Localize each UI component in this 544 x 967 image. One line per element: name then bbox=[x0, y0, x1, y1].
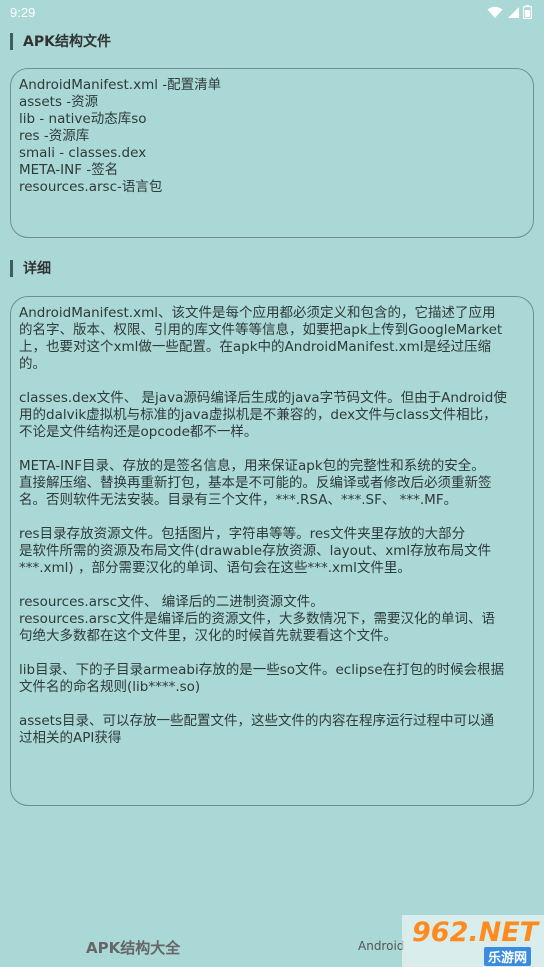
battery-icon bbox=[523, 5, 532, 19]
structure-line: res -资源库 bbox=[19, 128, 90, 144]
detail-line: res目录存放资源文件。包括图片，字符串等等。res文件夹里存放的大部分 bbox=[19, 526, 466, 542]
detail-line: ***.xml) ，部分需要汉化的单词、语句会在这些***.xml文件里。 bbox=[19, 560, 411, 576]
detail-line: resources.arsc文件、 编译后的二进制资源文件。 bbox=[19, 594, 324, 610]
structure-line: resources.arsc-语言包 bbox=[19, 179, 163, 195]
detail-paragraph: res目录存放资源文件。包括图片，字符串等等。res文件夹里存放的大部分 是软件所… bbox=[19, 526, 525, 577]
detail-line: 名。否则软件无法安装。目录有三个文件，***.RSA、***.SF、 ***.M… bbox=[19, 492, 458, 508]
wifi-icon bbox=[487, 6, 503, 18]
status-bar: 9:29 bbox=[0, 0, 544, 24]
detail-line: AndroidManifest.xml、该文件是每个应用都必须定义和包含的，它描… bbox=[19, 305, 496, 321]
detail-line: lib目录、下的子目录armeabi存放的是一些so文件。eclipse在打包的… bbox=[19, 662, 505, 678]
detail-section-header: 详细 bbox=[10, 258, 51, 278]
structure-line: assets -资源 bbox=[19, 94, 99, 110]
detail-paragraph: assets目录、可以存放一些配置文件，这些文件的内容在程序运行过程中可以通 过相… bbox=[19, 713, 525, 747]
detail-line: assets目录、可以存放一些配置文件，这些文件的内容在程序运行过程中可以通 bbox=[19, 713, 494, 729]
watermark-logo: 962.NET 乐游网 bbox=[402, 915, 544, 967]
detail-line: 的。 bbox=[19, 356, 46, 372]
detail-line: 直接解压缩、替换再重新打包，基本是不可能的。反编译或者修改后必须重新签 bbox=[19, 475, 492, 491]
watermark-text: 962.NET bbox=[412, 917, 539, 948]
detail-line: 上，也要对这个xml做一些配置。在apk中的AndroidManifest.xm… bbox=[19, 339, 492, 355]
detail-line: 句绝大多数都在这个文件里，汉化的时候首先就要看这个文件。 bbox=[19, 628, 397, 644]
structure-line: lib - native动态库so bbox=[19, 111, 147, 127]
detail-line: 过相关的API获得 bbox=[19, 730, 122, 746]
detail-paragraph: AndroidManifest.xml、该文件是每个应用都必须定义和包含的，它描… bbox=[19, 305, 525, 373]
detail-line: 用的dalvik虚拟机与标准的java虚拟机是不兼容的，dex文件与class文… bbox=[19, 407, 497, 423]
detail-section-title: 详细 bbox=[23, 261, 51, 277]
detail-text-box[interactable]: AndroidManifest.xml、该文件是每个应用都必须定义和包含的，它描… bbox=[10, 296, 534, 806]
bottom-nav: APK结构大全 Android 962.NET 乐游网 bbox=[0, 915, 544, 967]
signal-icon bbox=[508, 6, 519, 18]
structure-line: META-INF -签名 bbox=[19, 162, 119, 178]
structure-text-box[interactable]: AndroidManifest.xml -配置清单 assets -资源 lib -… bbox=[10, 68, 534, 238]
tab-android[interactable]: Android bbox=[358, 939, 404, 953]
detail-line: 不论是文件结构还是opcode都不一样。 bbox=[19, 424, 258, 440]
detail-line: 文件名的命名规则(lib****.so) bbox=[19, 679, 201, 695]
structure-section-title: APK结构文件 bbox=[23, 34, 111, 50]
detail-paragraph: META-INF目录、存放的是签名信息，用来保证apk包的完整性和系统的安全。直… bbox=[19, 458, 525, 509]
status-icons bbox=[487, 5, 532, 19]
status-time: 9:29 bbox=[10, 4, 36, 20]
detail-line: classes.dex文件、 是java源码编译后生成的java字节码文件。但由… bbox=[19, 390, 507, 406]
detail-paragraph: classes.dex文件、 是java源码编译后生成的java字节码文件。但由… bbox=[19, 390, 525, 441]
watermark-subtext: 乐游网 bbox=[484, 947, 532, 966]
structure-line: smali - classes.dex bbox=[19, 145, 147, 161]
detail-line: META-INF目录、存放的是签名信息，用来保证apk包的完整性和系统的安全。 bbox=[19, 458, 485, 474]
structure-line: AndroidManifest.xml -配置清单 bbox=[19, 77, 222, 93]
section-accent-bar bbox=[10, 259, 13, 277]
detail-line: resources.arsc文件是编译后的资源文件，大多数情况下，需要汉化的单词… bbox=[19, 611, 495, 627]
tab-apk-structure[interactable]: APK结构大全 bbox=[86, 937, 180, 958]
detail-paragraph: resources.arsc文件、 编译后的二进制资源文件。 resources.… bbox=[19, 594, 525, 645]
detail-line: 的名字、版本、权限、引用的库文件等等信息，如要把apk上传到GoogleMark… bbox=[19, 322, 503, 338]
structure-section-header: APK结构文件 bbox=[10, 31, 111, 51]
detail-paragraph: lib目录、下的子目录armeabi存放的是一些so文件。eclipse在打包的… bbox=[19, 662, 525, 696]
detail-line: 是软件所需的资源及布局文件(drawable存放资源、layout、xml存放布… bbox=[19, 543, 492, 559]
section-accent-bar bbox=[10, 32, 13, 50]
